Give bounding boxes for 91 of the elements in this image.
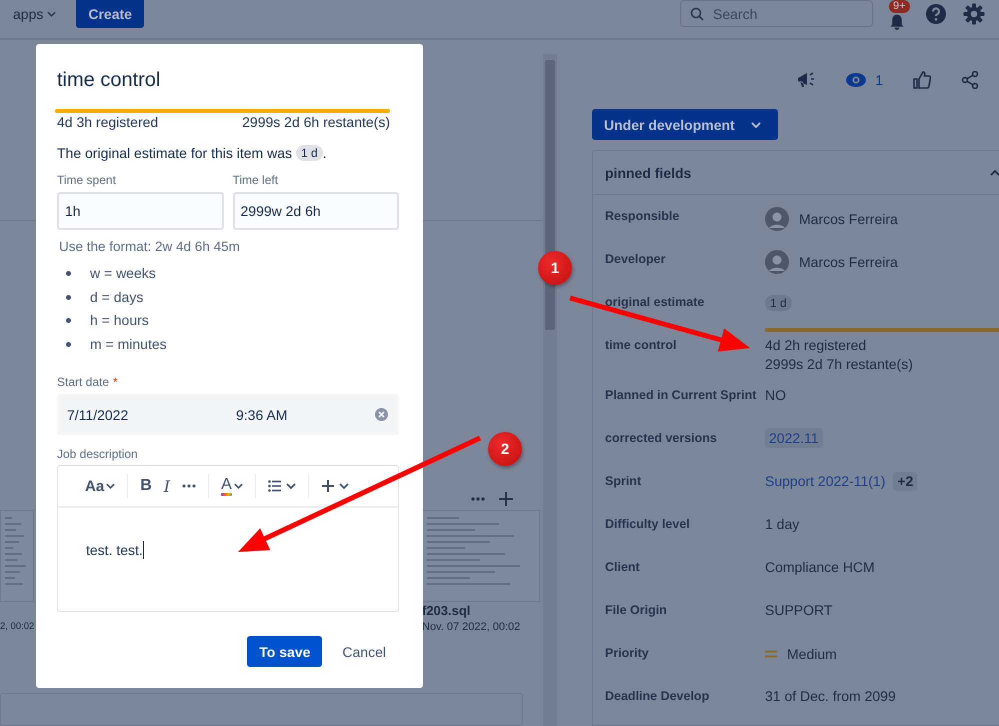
- more-icon[interactable]: [182, 484, 196, 488]
- help-icon[interactable]: [925, 3, 947, 25]
- caret-icon: [234, 483, 243, 489]
- annotation-number: 2: [488, 432, 522, 466]
- field-label: Job description: [57, 446, 139, 462]
- format-unit: d = days: [90, 288, 144, 307]
- time-input[interactable]: 2999w 2d 6h: [232, 192, 399, 230]
- field-value: NO: [765, 387, 786, 403]
- list-icon[interactable]: [268, 480, 296, 492]
- file-name[interactable]: f203.sql: [422, 602, 540, 619]
- eye-icon[interactable]: [846, 73, 866, 87]
- create-button[interactable]: Create: [76, 0, 144, 28]
- field-label: corrected versions: [605, 430, 718, 447]
- priority-icon: [765, 650, 777, 658]
- estimate-tag: 1 d: [296, 145, 323, 161]
- clear-icon[interactable]: [375, 408, 388, 421]
- avatar-icon: [765, 207, 789, 231]
- time-value[interactable]: 9:36 AM: [236, 406, 375, 422]
- field-label: Priority: [605, 645, 650, 662]
- file-date: 2, 00:02: [0, 620, 34, 634]
- field-value: SUPPORT: [765, 602, 832, 618]
- field-value[interactable]: Marcos Ferreira: [799, 210, 898, 228]
- document-thumbnail[interactable]: [0, 510, 34, 602]
- annotation-number: 1: [538, 251, 572, 285]
- thumbs-up-icon[interactable]: [913, 71, 931, 89]
- field-value[interactable]: Marcos Ferreira: [799, 252, 898, 272]
- cancel-button[interactable]: Cancel: [330, 636, 398, 667]
- caret-icon[interactable]: [990, 170, 999, 176]
- field-label: time control: [605, 337, 678, 354]
- insert-icon[interactable]: [320, 479, 349, 493]
- format-unit: w = weeks: [90, 264, 156, 283]
- file-date: Nov. 07 2022, 00:02: [422, 620, 522, 635]
- date-value[interactable]: 7/11/2022: [67, 406, 236, 422]
- share-icon[interactable]: [961, 71, 979, 89]
- bullet-icon: [66, 271, 71, 276]
- notification-badge: 9+: [889, 0, 910, 13]
- dialog-title: time control: [57, 68, 162, 92]
- estimate-tag: 1 d: [765, 295, 792, 311]
- time-registered: 4d 2h registered: [765, 336, 868, 355]
- time-remaining: 2999s 2d 7h restante(s): [765, 355, 914, 374]
- scrollbar[interactable]: [543, 54, 557, 726]
- field-label: Responsible: [605, 208, 680, 225]
- more-icon[interactable]: [471, 496, 485, 501]
- save-button[interactable]: To save: [247, 636, 322, 667]
- italic-button[interactable]: I: [164, 476, 170, 496]
- field-label: File Origin: [605, 602, 668, 619]
- field-label: Deadline Develop: [605, 688, 710, 705]
- field-value: Medium: [787, 644, 837, 664]
- field-label: Developer: [605, 251, 666, 268]
- apps-menu[interactable]: apps: [13, 5, 56, 23]
- watchers-count: 1: [875, 72, 883, 88]
- search-field[interactable]: Search: [680, 0, 873, 27]
- description-text[interactable]: test. test.: [86, 542, 143, 558]
- field-label: Start date: [57, 374, 110, 390]
- bell-icon[interactable]: [889, 13, 905, 31]
- sentence-period: .: [322, 144, 327, 163]
- caret-icon: [47, 11, 56, 17]
- document-thumbnail[interactable]: [422, 510, 540, 602]
- field-label: Planned in Current Sprint: [605, 387, 758, 404]
- field-label: Time left: [232, 172, 280, 188]
- add-icon[interactable]: [499, 492, 513, 506]
- time-remaining: 2999s 2d 6h restante(s): [242, 113, 390, 131]
- field-value: Compliance HCM: [765, 559, 875, 575]
- format-hint: Use the format: 2w 4d 6h 45m: [59, 238, 241, 256]
- caret-icon: [750, 122, 761, 128]
- caret-icon: [106, 483, 116, 489]
- bullet-icon: [66, 342, 71, 347]
- field-value: 31 of Dec. from 2099: [765, 688, 896, 704]
- text-color-button[interactable]: A: [221, 476, 243, 496]
- bullet-icon: [66, 318, 71, 324]
- required-marker: *: [113, 374, 118, 390]
- format-unit: m = minutes: [90, 334, 167, 354]
- date-time-field[interactable]: 7/11/2022 9:36 AM: [57, 394, 399, 435]
- status-dropdown[interactable]: Under development: [592, 109, 778, 140]
- field-label: Time spent: [57, 172, 117, 188]
- estimate-note: The original estimate for this item was: [57, 144, 292, 163]
- text-style-button[interactable]: Aa: [85, 478, 116, 494]
- field-label: original estimate: [605, 294, 706, 311]
- megaphone-icon[interactable]: [796, 71, 816, 89]
- bullet-icon: [66, 294, 71, 300]
- bold-button[interactable]: B: [140, 477, 152, 495]
- format-unit: h = hours: [90, 311, 149, 330]
- avatar-icon: [765, 250, 789, 274]
- field-value: 1 day: [765, 516, 800, 532]
- time-input[interactable]: 1h: [57, 192, 224, 230]
- panel-title: pinned fields: [605, 164, 692, 180]
- time-registered: 4d 3h registered: [57, 113, 158, 131]
- field-label: Difficulty level: [605, 516, 691, 533]
- search-icon: [690, 7, 704, 21]
- field-label: Client: [605, 559, 641, 576]
- field-label: Sprint: [605, 473, 642, 490]
